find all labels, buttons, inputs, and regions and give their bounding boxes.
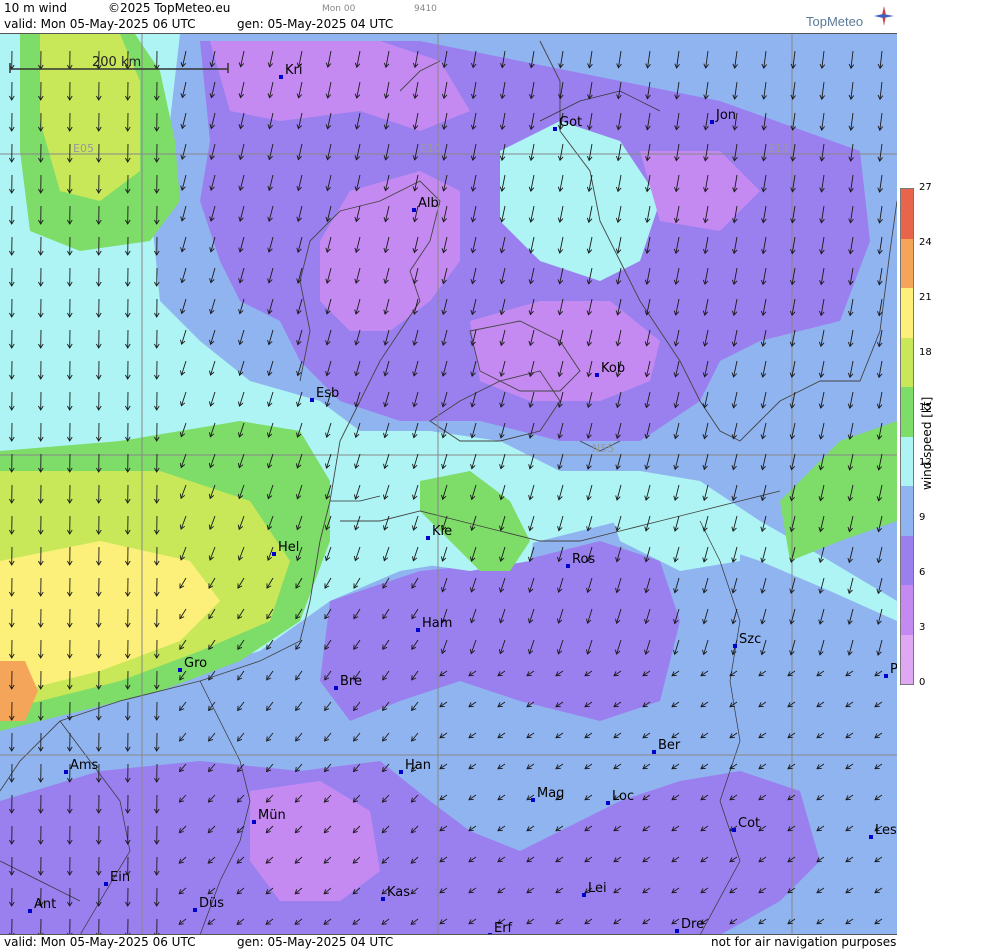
legend-color-segment <box>901 189 913 239</box>
legend-panel <box>897 0 989 949</box>
city-label-ham: Ham <box>422 616 452 631</box>
city-marker-esb[interactable] <box>310 398 314 402</box>
city-label-lei: Lei <box>588 881 607 896</box>
city-marker-kie[interactable] <box>426 536 430 540</box>
product-title: 10 m wind <box>4 1 67 15</box>
city-marker-bre[interactable] <box>334 686 338 690</box>
city-label-mag: Mag <box>537 786 564 801</box>
city-marker-kob[interactable] <box>595 373 599 377</box>
legend-tick-label: 21 <box>919 292 932 303</box>
city-label-düs: Düs <box>199 896 224 911</box>
map-area[interactable]: E05 E10 E15 N55 200 km Kri Got Jon Alb Kob Es… <box>0 33 898 935</box>
legend-color-segment <box>901 635 913 685</box>
city-label-loc: Loc <box>612 789 634 804</box>
city-marker-loc[interactable] <box>606 801 610 805</box>
legend-color-segment <box>901 338 913 388</box>
legend-tick-label: 3 <box>919 622 925 633</box>
wind-map-viewer: 10 m wind ©2025 TopMeteo.eu Mon 00 9410 … <box>0 0 989 949</box>
city-label-p: P <box>890 662 897 677</box>
city-label-szc: Szc <box>739 632 761 647</box>
scale-bar-label: 200 km <box>92 55 141 70</box>
city-label-han: Han <box>405 758 431 773</box>
city-marker-mag[interactable] <box>531 798 535 802</box>
city-label-gro: Gro <box>184 656 207 671</box>
city-label-dre: Dre <box>681 917 704 932</box>
city-label-ein: Ein <box>110 870 130 885</box>
navigation-disclaimer: not for air navigation purposes <box>711 935 896 949</box>
code-label: 9410 <box>414 4 437 14</box>
city-label-kie: Kie <box>432 524 452 539</box>
grid-label-e10: E10 <box>420 142 441 155</box>
city-marker-lei[interactable] <box>582 893 586 897</box>
city-marker-ant[interactable] <box>28 909 32 913</box>
city-marker-dre[interactable] <box>675 929 679 933</box>
city-label-erf: Erf <box>494 921 513 935</box>
city-label-alb: Alb <box>418 196 439 211</box>
legend-color-segment <box>901 387 913 437</box>
city-label-ros: Ros <box>572 552 595 567</box>
legend-color-segment <box>901 437 913 487</box>
wind-zone-3-6kt-south <box>0 761 820 935</box>
legend-title: wind speed [kt] <box>920 390 934 490</box>
city-marker-ros[interactable] <box>566 564 570 568</box>
city-marker-ham[interactable] <box>416 628 420 632</box>
run-label: Mon 00 <box>322 4 355 14</box>
legend-color-segment <box>901 239 913 289</box>
city-marker-mün[interactable] <box>252 820 256 824</box>
legend-tick-label: 27 <box>919 182 932 193</box>
legend-color-segment <box>901 288 913 338</box>
grid-label-e05: E05 <box>73 142 94 155</box>
legend-tick-label: 0 <box>919 677 925 688</box>
city-marker-ams[interactable] <box>64 770 68 774</box>
city-label-ber: Ber <box>658 738 681 753</box>
valid-time: valid: Mon 05-May-2025 06 UTC <box>4 17 195 31</box>
header-bar: 10 m wind ©2025 TopMeteo.eu Mon 00 9410 … <box>0 0 897 33</box>
legend-tick-label: 24 <box>919 237 932 248</box>
compass-logo-icon <box>872 4 896 28</box>
legend-tick-label: 9 <box>919 512 925 523</box>
city-label-ams: Ams <box>70 758 99 773</box>
city-marker-ein[interactable] <box>104 882 108 886</box>
city-label-jon: Jon <box>715 108 736 123</box>
city-label-kri: Kri <box>285 63 302 78</box>
legend-color-segment <box>901 486 913 536</box>
grid-label-n55: N55 <box>592 442 614 455</box>
city-label-got: Got <box>559 115 582 130</box>
legend-tick-label: 18 <box>919 347 932 358</box>
city-label-les: Les <box>875 823 897 838</box>
city-marker-düs[interactable] <box>193 908 197 912</box>
topmeteo-logo: TopMeteo <box>806 14 863 29</box>
city-marker-hel[interactable] <box>272 552 276 556</box>
copyright: ©2025 TopMeteo.eu <box>108 1 230 15</box>
city-marker-szc[interactable] <box>733 644 737 648</box>
city-label-cot: Cot <box>738 816 760 831</box>
footer-valid-time: valid: Mon 05-May-2025 06 UTC <box>4 935 195 949</box>
city-marker-kri[interactable] <box>279 75 283 79</box>
city-label-esb: Esb <box>316 386 339 401</box>
city-marker-les[interactable] <box>869 835 873 839</box>
city-marker-han[interactable] <box>399 770 403 774</box>
legend-color-segment <box>901 585 913 635</box>
legend-color-segment <box>901 536 913 586</box>
generated-time: gen: 05-May-2025 04 UTC <box>237 17 393 31</box>
city-marker-jon[interactable] <box>710 120 714 124</box>
legend-colorbar <box>900 188 914 685</box>
city-label-kob: Kob <box>601 361 625 376</box>
city-marker-gro[interactable] <box>178 668 182 672</box>
grid-label-e15: E15 <box>768 142 789 155</box>
city-marker-kas[interactable] <box>381 897 385 901</box>
city-marker-cot[interactable] <box>732 828 736 832</box>
city-label-bre: Bre <box>340 674 362 689</box>
city-marker-ber[interactable] <box>652 750 656 754</box>
city-marker-p[interactable] <box>884 674 888 678</box>
footer-bar: valid: Mon 05-May-2025 06 UTC gen: 05-Ma… <box>0 934 897 950</box>
city-label-kas: Kas <box>387 885 410 900</box>
footer-generated-time: gen: 05-May-2025 04 UTC <box>237 935 393 949</box>
city-marker-alb[interactable] <box>412 208 416 212</box>
city-label-ant: Ant <box>34 897 56 912</box>
city-marker-got[interactable] <box>553 127 557 131</box>
legend-tick-label: 6 <box>919 567 925 578</box>
city-label-hel: Hel <box>278 540 299 555</box>
city-label-mün: Mün <box>258 808 286 823</box>
